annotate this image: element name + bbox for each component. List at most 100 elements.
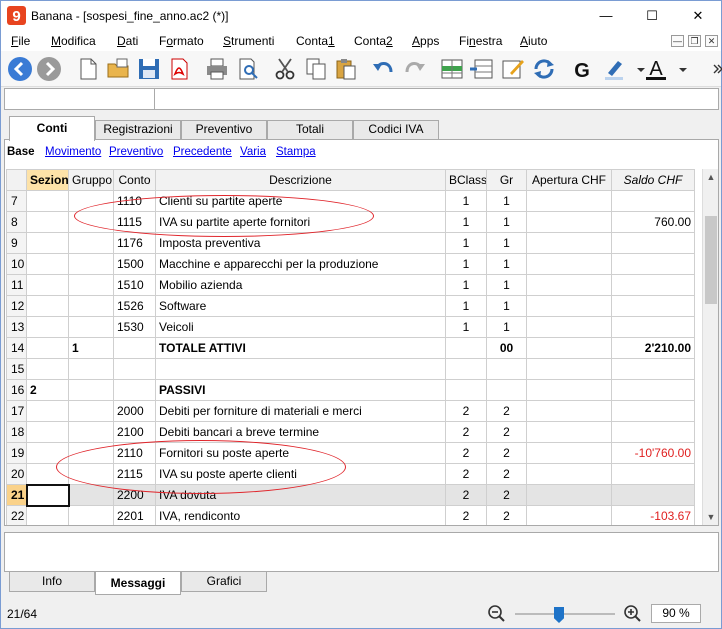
cell-bclasse[interactable]: 2 — [445, 484, 487, 506]
cell-apertura[interactable] — [526, 253, 612, 275]
cell-gruppo[interactable] — [68, 358, 114, 380]
cell-gr[interactable]: 1 — [486, 190, 527, 212]
menu-item-apps[interactable]: Apps — [412, 34, 439, 48]
cell-bclasse[interactable] — [445, 337, 487, 359]
cell-descrizione[interactable]: IVA dovuta — [155, 484, 446, 506]
cell-gruppo[interactable] — [68, 442, 114, 464]
cell-apertura[interactable] — [526, 295, 612, 317]
cell-sezione[interactable] — [26, 358, 69, 380]
cell-apertura[interactable] — [526, 337, 612, 359]
cell-apertura[interactable] — [526, 211, 612, 233]
table-row[interactable]: 12 1526 Software 1 1 — [6, 295, 695, 317]
open-folder-icon[interactable] — [105, 56, 131, 82]
cell-descrizione[interactable]: Fornitori su poste aperte — [155, 442, 446, 464]
menu-item-conta2[interactable]: Conta2 — [354, 34, 393, 48]
delete-rows-icon[interactable] — [469, 56, 495, 82]
cell-descrizione[interactable]: Clienti su partite aperte — [155, 190, 446, 212]
view-link-movimento[interactable]: Movimento — [45, 146, 101, 158]
cell-saldo[interactable] — [611, 463, 695, 485]
mdi-minimize-icon[interactable]: — — [671, 35, 684, 47]
tab-registrazioni[interactable]: Registrazioni — [95, 120, 181, 139]
cell-saldo[interactable] — [611, 379, 695, 401]
cell-bclasse[interactable]: 2 — [445, 442, 487, 464]
cell-saldo[interactable] — [611, 295, 695, 317]
maximize-button[interactable]: ☐ — [629, 1, 675, 31]
font-color-dropdown-icon[interactable] — [670, 56, 687, 82]
cell-sezione[interactable] — [26, 295, 69, 317]
copy-icon[interactable] — [303, 56, 329, 82]
cell-sezione[interactable] — [26, 505, 69, 525]
cell-reference-field[interactable] — [5, 89, 155, 109]
cell-gr[interactable]: 2 — [486, 505, 527, 525]
cell-sezione[interactable] — [26, 400, 69, 422]
cell-gr[interactable]: 1 — [486, 232, 527, 254]
save-icon[interactable] — [136, 56, 162, 82]
cell-saldo[interactable]: 2'210.00 — [611, 337, 695, 359]
back-icon[interactable] — [7, 56, 33, 82]
cell-sezione[interactable]: 2 — [26, 379, 69, 401]
cell-gruppo[interactable] — [68, 211, 114, 233]
view-link-preventivo[interactable]: Preventivo — [109, 146, 163, 158]
cell-saldo[interactable] — [611, 274, 695, 296]
cell-gr[interactable]: 2 — [486, 421, 527, 443]
cell-descrizione[interactable]: Mobilio azienda — [155, 274, 446, 296]
mdi-restore-icon[interactable]: ❐ — [688, 35, 701, 47]
cell-bclasse[interactable]: 2 — [445, 505, 487, 525]
cell-bclasse[interactable]: 1 — [445, 316, 487, 338]
menu-item-modifica[interactable]: Modifica — [51, 34, 96, 48]
cell-sezione[interactable] — [26, 253, 69, 275]
cell-conto[interactable]: 2200 — [113, 484, 156, 506]
cell-saldo[interactable] — [611, 232, 695, 254]
cell-gr[interactable]: 2 — [486, 442, 527, 464]
highlight-dropdown-icon[interactable] — [628, 56, 645, 82]
scroll-down-icon[interactable]: ▼ — [703, 509, 719, 525]
table-row[interactable]: 13 1530 Veicoli 1 1 — [6, 316, 695, 338]
header-gr[interactable]: Gr — [486, 169, 527, 191]
cell-conto[interactable]: 2100 — [113, 421, 156, 443]
zoom-slider-thumb[interactable] — [554, 607, 564, 623]
cell-saldo[interactable] — [611, 190, 695, 212]
zoom-out-icon[interactable] — [487, 604, 505, 622]
cell-conto[interactable]: 1176 — [113, 232, 156, 254]
cell-gr[interactable] — [486, 379, 527, 401]
cell-saldo[interactable] — [611, 316, 695, 338]
table-row[interactable]: 10 1500 Macchine e apparecchi per la produ… — [6, 253, 695, 275]
cell-gruppo[interactable] — [68, 379, 114, 401]
cell-bclasse[interactable]: 2 — [445, 463, 487, 485]
table-row[interactable]: 16 2 PASSIVI — [6, 379, 695, 401]
view-link-stampa[interactable]: Stampa — [276, 146, 316, 158]
cell-descrizione[interactable]: IVA su partite aperte fornitori — [155, 211, 446, 233]
cell-apertura[interactable] — [526, 274, 612, 296]
scroll-up-icon[interactable]: ▲ — [703, 169, 719, 185]
cell-apertura[interactable] — [526, 442, 612, 464]
view-link-varia[interactable]: Varia — [240, 146, 266, 158]
cell-saldo[interactable] — [611, 253, 695, 275]
table-row[interactable]: 21 2200 IVA dovuta 2 2 — [6, 483, 695, 507]
cell-apertura[interactable] — [526, 421, 612, 443]
cell-gr[interactable]: 00 — [486, 337, 527, 359]
cell-conto[interactable]: 2110 — [113, 442, 156, 464]
paste-icon[interactable] — [333, 56, 359, 82]
cell-apertura[interactable] — [526, 379, 612, 401]
cell-sezione[interactable] — [26, 316, 69, 338]
header-sezione[interactable]: Sezione — [26, 169, 69, 191]
menu-item-file[interactable]: File — [11, 34, 30, 48]
table-row[interactable]: 7 1110 Clienti su partite aperte 1 1 — [6, 190, 695, 212]
cell-gr[interactable]: 1 — [486, 295, 527, 317]
cell-gruppo[interactable] — [68, 316, 114, 338]
font-color-icon[interactable]: A — [643, 56, 669, 82]
vertical-scrollbar[interactable]: ▲ ▼ — [702, 169, 718, 525]
cell-gr[interactable]: 1 — [486, 253, 527, 275]
tab-preventivo[interactable]: Preventivo — [181, 120, 267, 139]
cell-saldo[interactable]: -103.67 — [611, 505, 695, 525]
cell-gruppo[interactable] — [68, 295, 114, 317]
table-row[interactable]: 19 2110 Fornitori su poste aperte 2 2 -10'760… — [6, 442, 695, 464]
cell-gr[interactable]: 2 — [486, 463, 527, 485]
cell-sezione[interactable] — [26, 463, 69, 485]
menu-item-finestra[interactable]: Finestra — [459, 34, 502, 48]
cell-apertura[interactable] — [526, 232, 612, 254]
cell-gruppo[interactable] — [68, 253, 114, 275]
view-link-precedente[interactable]: Precedente — [173, 146, 232, 158]
cell-saldo[interactable]: 760.00 — [611, 211, 695, 233]
tab-totali[interactable]: Totali — [267, 120, 353, 139]
